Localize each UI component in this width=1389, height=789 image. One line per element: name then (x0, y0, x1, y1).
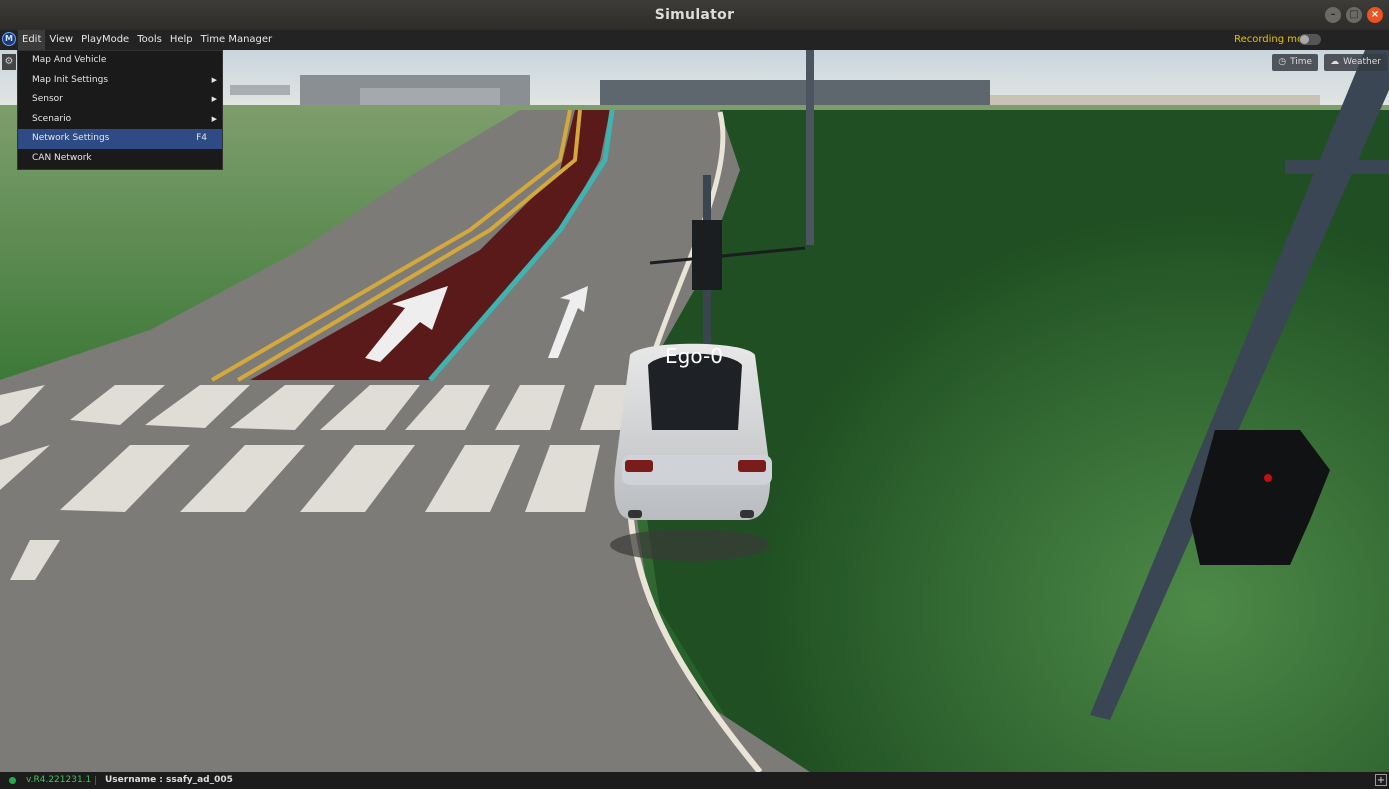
maximize-button[interactable]: □ (1346, 7, 1362, 23)
menu-item-label: Map And Vehicle (32, 55, 107, 65)
recording-mode-toggle[interactable] (1299, 34, 1321, 45)
menu-time-manager[interactable]: Time Manager (197, 30, 276, 50)
menu-edit[interactable]: Edit (18, 30, 46, 50)
version-label: v.R4.221231.1 (26, 775, 92, 785)
menu-tools[interactable]: Tools (133, 30, 166, 50)
edit-menu-dropdown: Map And Vehicle Map Init Settings ▶ Sens… (17, 50, 223, 170)
gear-icon[interactable]: ⚙ (2, 54, 16, 70)
shortcut-label: F4 (196, 133, 207, 144)
chevron-right-icon: ▶ (211, 114, 217, 123)
weather-button-label: Weather (1343, 57, 1381, 67)
cloud-icon: ☁ (1330, 57, 1340, 67)
menu-playmode[interactable]: PlayMode (77, 30, 133, 50)
chevron-right-icon: ▶ (211, 95, 217, 104)
chevron-right-icon: ▶ (211, 75, 217, 84)
menu-item-label: Sensor (32, 94, 63, 105)
menu-item-label: Scenario (32, 113, 72, 124)
weather-button[interactable]: ☁ Weather (1324, 54, 1387, 71)
window-titlebar: Simulator – □ × (0, 0, 1389, 30)
menu-help[interactable]: Help (166, 30, 197, 50)
clock-icon: ◷ (1278, 57, 1287, 67)
status-indicator (9, 777, 16, 784)
menubar: M Edit View PlayMode Tools Help Time Man… (0, 30, 1389, 50)
menu-item-label: Network Settings (32, 133, 110, 144)
username-label: Username : ssafy_ad_005 (105, 775, 233, 785)
menu-item-network-settings[interactable]: Network Settings F4 (18, 129, 222, 149)
window-title: Simulator (654, 7, 735, 23)
time-button[interactable]: ◷ Time (1272, 54, 1319, 71)
menu-item-map-and-vehicle[interactable]: Map And Vehicle (18, 51, 222, 71)
menu-item-label: Map Init Settings (32, 74, 109, 85)
close-button[interactable]: × (1367, 7, 1383, 23)
vehicle-label: Ego-0 (665, 344, 723, 368)
menu-item-map-init-settings[interactable]: Map Init Settings ▶ (18, 71, 222, 91)
menu-item-sensor[interactable]: Sensor ▶ (18, 90, 222, 110)
plus-icon[interactable]: + (1375, 774, 1387, 786)
statusbar: v.R4.221231.1 Username : ssafy_ad_005 + (0, 772, 1389, 789)
menu-view[interactable]: View (45, 30, 77, 50)
minimize-button[interactable]: – (1325, 7, 1341, 23)
menu-item-can-network[interactable]: CAN Network (18, 149, 222, 169)
app-logo-icon[interactable]: M (2, 32, 16, 46)
time-button-label: Time (1290, 57, 1313, 67)
divider (95, 776, 96, 785)
menu-item-scenario[interactable]: Scenario ▶ (18, 110, 222, 130)
menu-item-label: CAN Network (32, 152, 92, 163)
